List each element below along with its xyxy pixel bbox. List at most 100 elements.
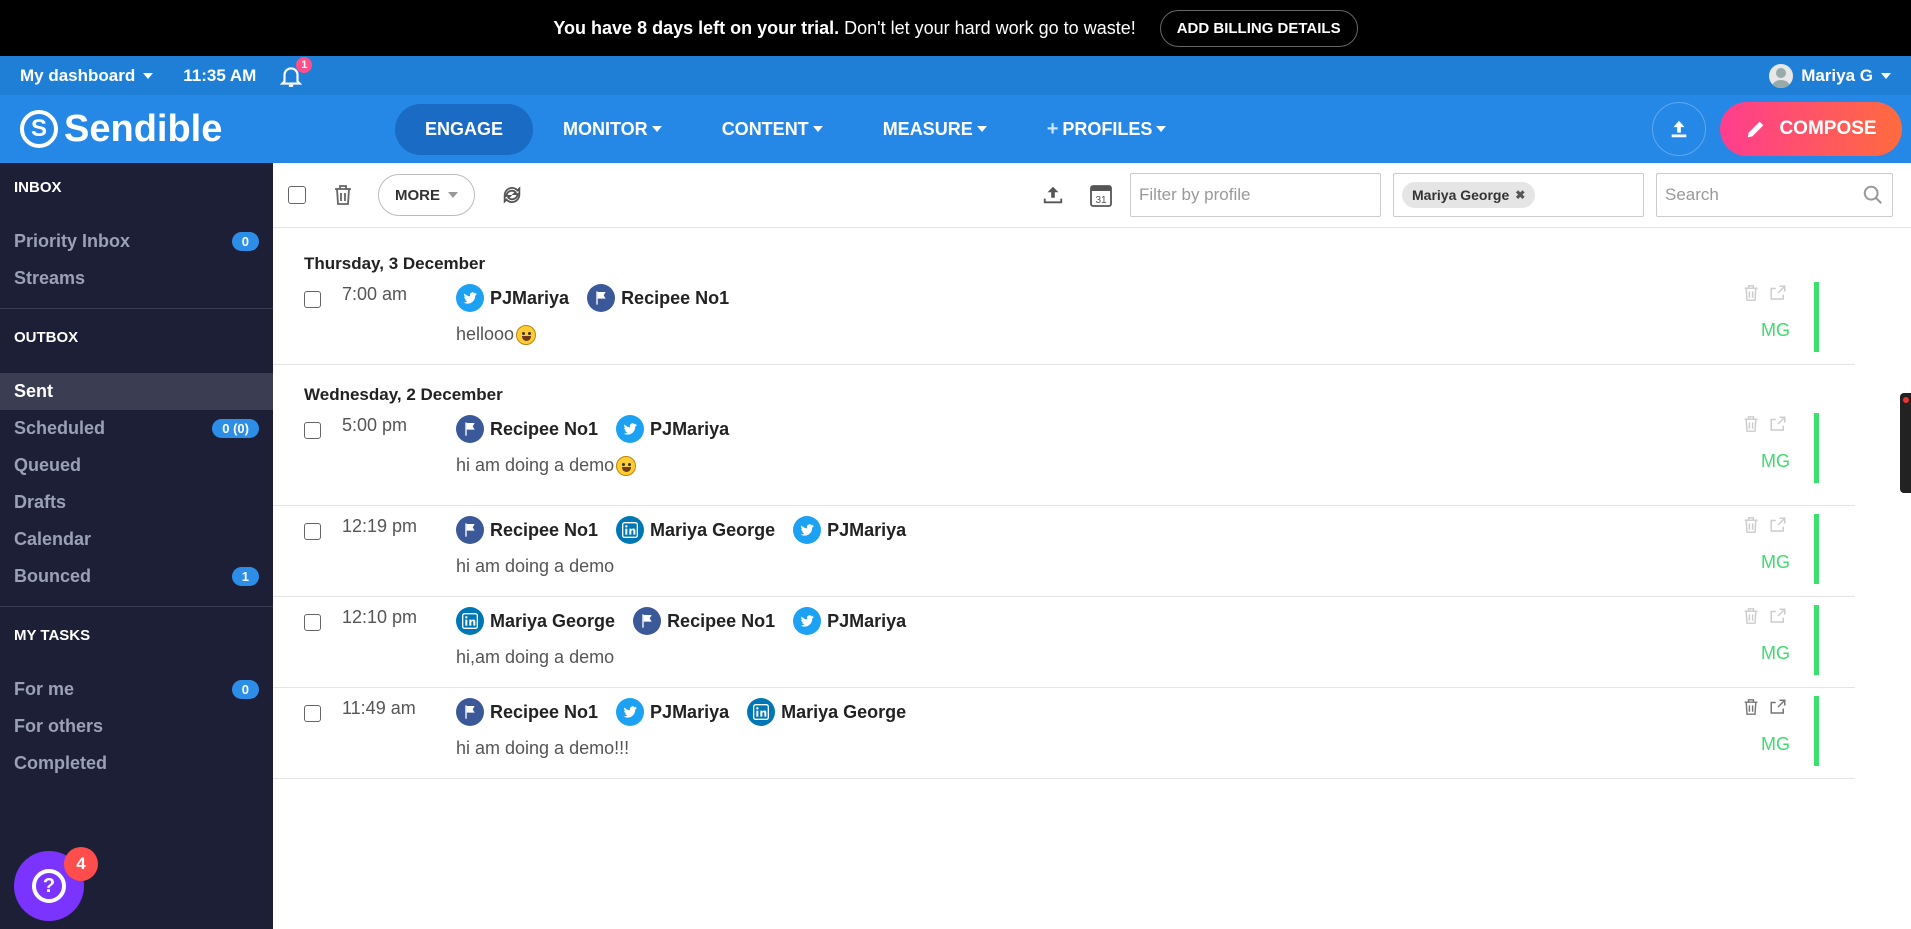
status-bar (1814, 282, 1819, 352)
chevron-down-icon (448, 192, 458, 198)
dashboard-dropdown[interactable]: My dashboard (20, 66, 154, 86)
post-row[interactable]: 12:10 pm Mariya George Recipee No1 PJMar… (273, 597, 1855, 688)
filter-placeholder: Filter by profile (1139, 185, 1251, 204)
profile-tag[interactable]: PJMariya (793, 607, 906, 635)
sidebar-item-queued[interactable]: Queued (0, 447, 273, 484)
user-menu[interactable]: Mariya G (1769, 63, 1891, 88)
profile-tag[interactable]: Recipee No1 (456, 516, 598, 544)
post-checkbox[interactable] (304, 705, 321, 722)
share-icon[interactable] (1769, 516, 1787, 534)
profile-name: PJMariya (827, 519, 907, 540)
share-icon[interactable] (1769, 698, 1787, 716)
export-button[interactable] (1042, 184, 1064, 206)
logo-icon: S (20, 110, 58, 148)
profile-name: Recipee No1 (667, 610, 776, 631)
sidebar-item-drafts[interactable]: Drafts (0, 484, 273, 521)
pencil-icon (1748, 121, 1764, 138)
status-bar (1814, 605, 1819, 675)
main-nav: S Sendible ENGAGE MONITOR CONTENT MEASUR… (0, 95, 1911, 163)
svg-text:31: 31 (1095, 195, 1107, 206)
smiley-emoji-icon (616, 455, 637, 476)
filter-by-profile-input[interactable]: Filter by profile (1130, 173, 1381, 217)
trash-icon[interactable] (1743, 516, 1759, 534)
author-initials: MG (1761, 451, 1790, 471)
profile-filter-field[interactable]: Mariya George ✖ (1393, 173, 1644, 217)
post-checkbox[interactable] (304, 422, 321, 439)
count-badge: 0 (231, 232, 259, 251)
author-initials: MG (1761, 552, 1790, 572)
profile-name: Recipee No1 (490, 418, 599, 439)
profile-tag[interactable]: Recipee No1 (587, 284, 729, 312)
trash-icon[interactable] (1743, 415, 1759, 433)
post-row[interactable]: 11:49 am Recipee No1 PJMariya Mariya Geo… (273, 688, 1855, 779)
nav-profiles[interactable]: + PROFILES (1017, 103, 1197, 156)
user-name: Mariya G (1801, 65, 1873, 85)
share-icon[interactable] (1769, 607, 1787, 625)
chevron-down-icon (651, 126, 662, 132)
post-checkbox[interactable] (304, 291, 321, 308)
help-button[interactable]: ? 4 (14, 847, 98, 921)
nav-measure[interactable]: MEASURE (853, 104, 1017, 155)
post-checkbox[interactable] (304, 523, 321, 540)
post-checkbox[interactable] (304, 614, 321, 631)
refresh-button[interactable] (501, 184, 523, 206)
sidebar-item-for-me[interactable]: For me 0 (0, 671, 273, 708)
share-icon[interactable] (1769, 284, 1787, 302)
profile-tag[interactable]: Mariya George (456, 607, 615, 635)
search-icon[interactable] (1862, 184, 1884, 206)
close-icon[interactable]: ✖ (1515, 188, 1525, 202)
sidebar-item-bounced[interactable]: Bounced 1 (0, 558, 273, 595)
profile-tag[interactable]: Recipee No1 (456, 415, 598, 443)
sidebar-item-calendar[interactable]: Calendar (0, 521, 273, 558)
upload-button[interactable] (1652, 102, 1706, 156)
select-all-checkbox[interactable] (288, 186, 306, 204)
more-dropdown[interactable]: MORE (378, 174, 475, 216)
sidebar-item-streams[interactable]: Streams (0, 260, 273, 297)
nav-monitor[interactable]: MONITOR (533, 104, 692, 155)
profile-tag[interactable]: PJMariya (616, 415, 729, 443)
sidebar-item-for-others[interactable]: For others (0, 708, 273, 745)
profile-tag[interactable]: Mariya George (747, 698, 906, 726)
add-billing-button[interactable]: ADD BILLING DETAILS (1159, 9, 1358, 47)
post-row[interactable]: 7:00 am PJMariya Recipee No1 hellooo MG (273, 274, 1855, 365)
sendible-logo[interactable]: S Sendible (20, 108, 395, 151)
facebook-page-icon (633, 607, 662, 635)
profile-tag[interactable]: PJMariya (456, 284, 569, 312)
screen-recorder-tab[interactable] (1900, 393, 1911, 493)
profile-tag[interactable]: Mariya George (616, 516, 775, 544)
trash-icon[interactable] (1743, 284, 1759, 302)
sidebar-item-priority-inbox[interactable]: Priority Inbox 0 (0, 223, 273, 260)
post-row[interactable]: 5:00 pm Recipee No1 PJMariya hi am doing… (273, 405, 1855, 506)
sidebar-item-sent[interactable]: Sent (0, 373, 273, 410)
notifications-button[interactable]: 1 (278, 56, 313, 89)
profile-name: PJMariya (650, 701, 730, 722)
trash-icon[interactable] (1743, 698, 1759, 716)
trash-icon[interactable] (1743, 607, 1759, 625)
smiley-emoji-icon (516, 324, 537, 345)
author-initials: MG (1761, 320, 1790, 340)
profile-tag[interactable]: PJMariya (616, 698, 729, 726)
profile-tag[interactable]: Recipee No1 (456, 698, 598, 726)
profile-name: Mariya George (781, 701, 907, 722)
author-initials: MG (1761, 734, 1790, 754)
profile-chip[interactable]: Mariya George ✖ (1402, 182, 1536, 208)
twitter-icon (616, 415, 645, 443)
delete-button[interactable] (332, 184, 354, 206)
post-profiles: Recipee No1 PJMariya (456, 415, 737, 443)
post-row[interactable]: 12:19 pm Recipee No1 Mariya George PJMar… (273, 506, 1855, 597)
profile-name: Recipee No1 (490, 701, 599, 722)
status-bar (1814, 696, 1819, 766)
sidebar-item-scheduled[interactable]: Scheduled 0 (0) (0, 410, 273, 447)
search-input[interactable]: Search (1656, 173, 1893, 217)
compose-button[interactable]: COMPOSE (1720, 102, 1902, 156)
sidebar-item-completed[interactable]: Completed (0, 745, 273, 782)
nav-content[interactable]: CONTENT (692, 104, 853, 155)
post-text: hi am doing a demo (456, 455, 637, 476)
share-icon[interactable] (1769, 415, 1787, 433)
profile-tag[interactable]: Recipee No1 (633, 607, 775, 635)
date-filter-button[interactable]: 31 (1090, 184, 1112, 207)
nav-engage[interactable]: ENGAGE (395, 103, 534, 155)
profile-tag[interactable]: PJMariya (793, 516, 906, 544)
count-badge: 1 (231, 567, 259, 586)
facebook-page-icon (587, 284, 616, 312)
